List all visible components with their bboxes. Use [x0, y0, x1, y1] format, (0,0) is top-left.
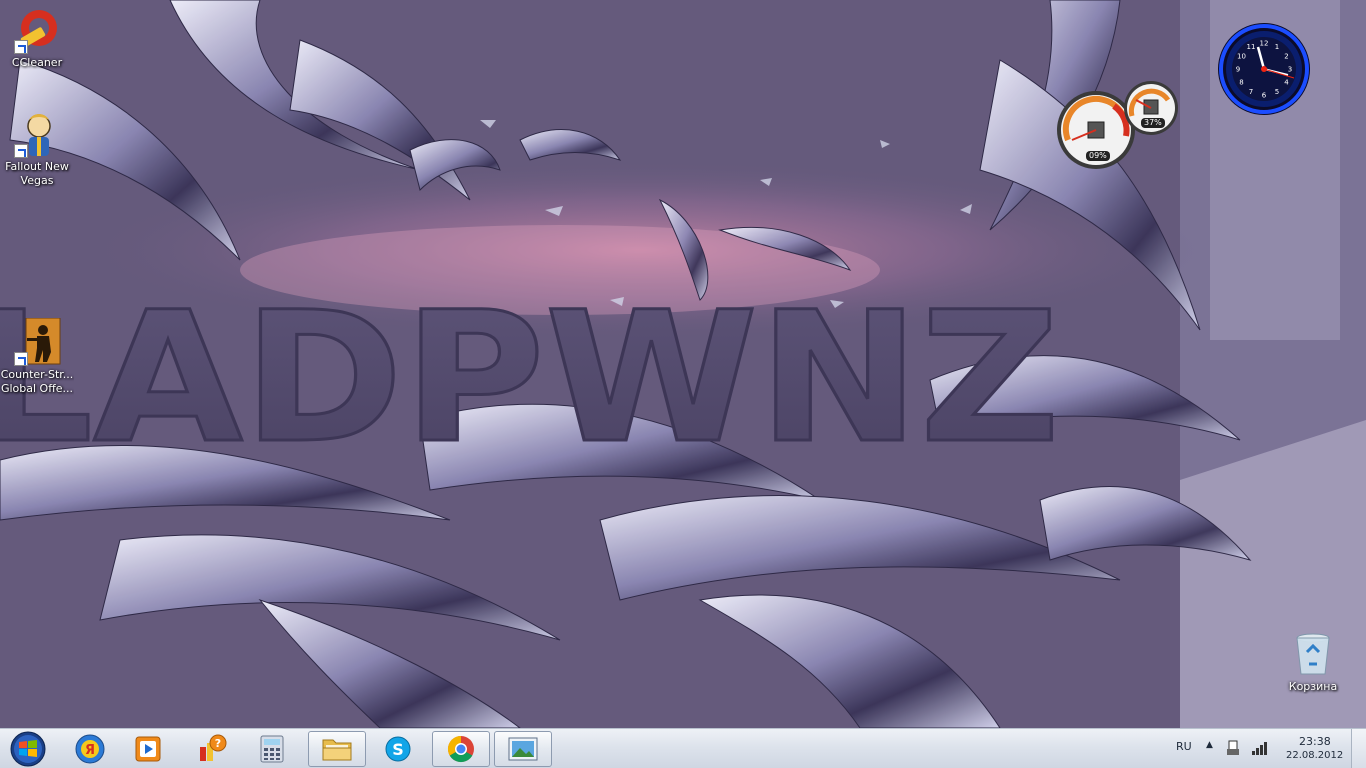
taskbar: Я ? S RU ▲ 23:38 22.08.2012	[0, 728, 1366, 768]
chrome-icon	[447, 735, 474, 763]
desktop-icon-counter-strike[interactable]: Counter-Str... Global Offe...	[0, 317, 74, 396]
svg-text:?: ?	[215, 737, 221, 750]
clock-number: 9	[1236, 66, 1240, 74]
clock-number: 12	[1260, 40, 1269, 48]
clock-number: 1	[1275, 43, 1279, 51]
yandex-button[interactable]: Я	[62, 731, 118, 767]
clock-date[interactable]: 22.08.2012	[1286, 750, 1343, 761]
wallpaper-text: LADPWNZ	[0, 274, 1060, 483]
photo-viewer-icon	[508, 737, 538, 761]
desktop-icon-recycle-bin[interactable]: Корзина	[1276, 630, 1350, 694]
shortcut-arrow-icon	[14, 144, 28, 158]
recycle-bin-icon	[1289, 630, 1337, 678]
memory-usage-badge: 37%	[1141, 118, 1165, 128]
clock-number: 8	[1239, 79, 1243, 87]
analog-clock-icon: 12 1234567891011	[1218, 23, 1310, 115]
cpu-usage-badge: 09%	[1086, 151, 1110, 161]
skype-button[interactable]: S	[370, 731, 426, 767]
folder-icon	[322, 739, 352, 761]
clock-number: 5	[1275, 88, 1279, 96]
clock-number: 3	[1288, 66, 1292, 74]
media-player-button[interactable]	[120, 731, 176, 767]
desktop-icon-label: CCleaner	[11, 56, 63, 69]
desktop-icon-ccleaner[interactable]: CCleaner	[0, 6, 74, 70]
svg-text:Я: Я	[85, 743, 95, 758]
chrome-button[interactable]	[432, 731, 490, 767]
yandex-icon: Я	[75, 734, 105, 764]
cpu-meter-gadget[interactable]: 09% 37%	[1056, 78, 1182, 174]
usb-device-icon[interactable]	[1226, 740, 1240, 756]
clock-number: 6	[1262, 92, 1267, 100]
photo-viewer-button[interactable]	[494, 731, 552, 767]
ccleaner-icon	[13, 6, 61, 54]
clock-number: 7	[1249, 88, 1253, 96]
show-hidden-icons-button[interactable]: ▲	[1206, 740, 1213, 750]
skype-icon: S	[385, 736, 411, 762]
calculator-button[interactable]	[244, 731, 300, 767]
network-signal-icon[interactable]	[1251, 740, 1269, 756]
clock-number: 11	[1247, 43, 1256, 51]
language-indicator[interactable]: RU	[1176, 740, 1192, 753]
svg-text:S: S	[392, 740, 404, 759]
clock-number: 2	[1284, 53, 1288, 61]
clock-number: 10	[1237, 53, 1246, 61]
clock-gadget[interactable]: 12 1 2 3 4 5 6 7 8 9 10 11	[1218, 8, 1310, 130]
desktop-icon-label: Counter-Str... Global Offe...	[0, 368, 74, 395]
clock-time[interactable]: 23:38	[1299, 735, 1331, 748]
shortcut-arrow-icon	[14, 40, 28, 54]
show-desktop-button[interactable]	[1351, 729, 1366, 768]
calculator-icon	[260, 735, 284, 763]
explorer-button[interactable]	[308, 731, 366, 767]
media-player-icon	[135, 736, 161, 762]
clock-number: 4	[1284, 79, 1289, 87]
desktop-icon-label: Корзина	[1288, 680, 1338, 693]
counter-strike-icon	[13, 317, 61, 366]
help-icon: ?	[200, 734, 227, 761]
help-button[interactable]: ?	[184, 731, 240, 767]
desktop-icon-label: Fallout New Vegas	[5, 160, 69, 187]
desktop-icon-fallout-new-vegas[interactable]: Fallout New Vegas	[0, 110, 74, 188]
fallout-vault-boy-icon	[13, 110, 61, 158]
start-button[interactable]	[2, 730, 54, 768]
windows-orb-icon	[10, 731, 46, 767]
shortcut-arrow-icon	[14, 352, 28, 366]
